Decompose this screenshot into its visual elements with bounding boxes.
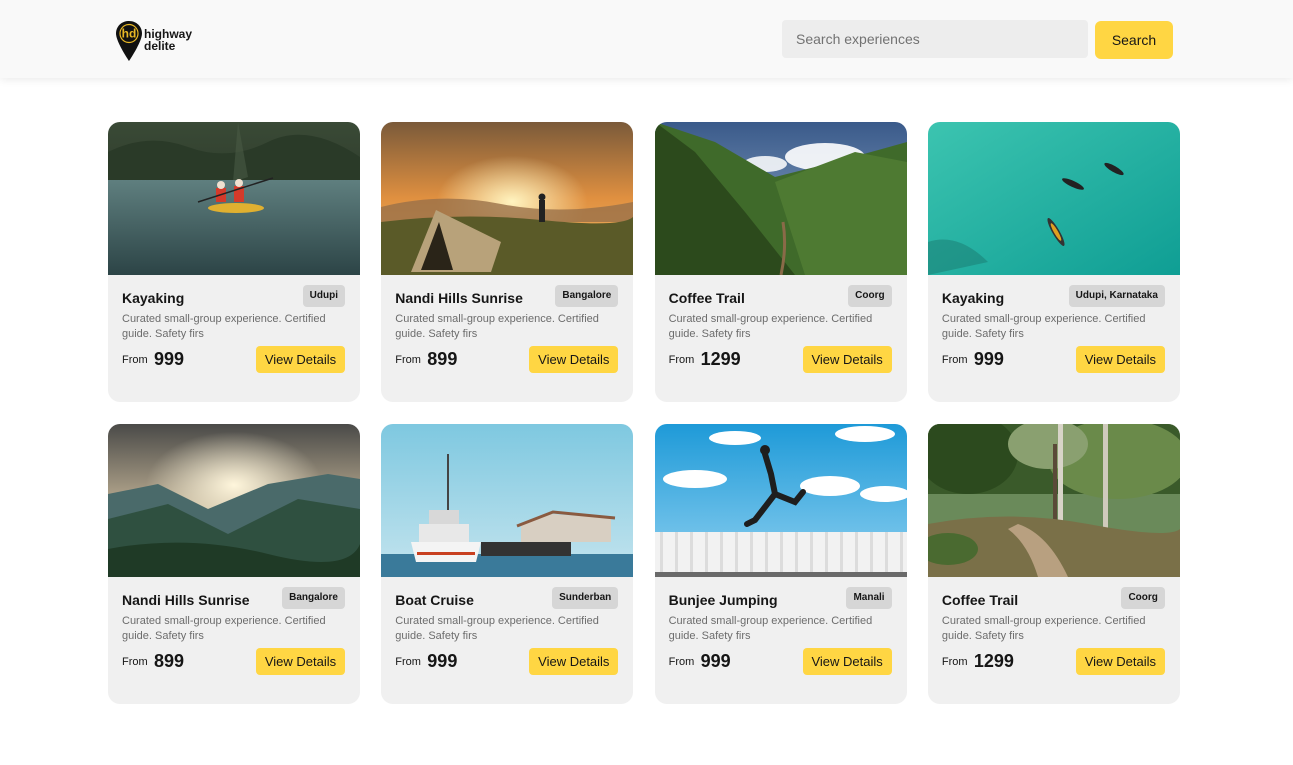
price: 899 [427,349,458,369]
experience-grid: Kayaking Udupi Curated small-group exper… [108,122,1180,704]
price: 1299 [973,651,1014,671]
experience-title: Kayaking [941,290,1005,306]
experience-image-kayaking-sea[interactable] [927,122,1180,275]
search-button[interactable]: Search [1095,21,1173,59]
card-body: Nandi Hills Sunrise Bangalore Curated sm… [108,577,360,704]
experience-title: Coffee Trail [941,592,1019,608]
from-label: From [941,656,968,668]
brand-name: highway delite [144,28,192,52]
experience-title: Nandi Hills Sunrise [395,290,523,306]
price: 899 [154,651,185,671]
from-label: From [668,656,695,668]
experience-title: Bunjee Jumping [668,592,778,608]
location-badge: Sunderban [552,587,619,609]
price: 999 [700,651,731,671]
experience-description: Curated small-group experience. Certifie… [122,615,326,642]
view-details-button[interactable]: View Details [256,648,345,675]
location-badge: Coorg [848,285,892,307]
experience-image-nandi-hills[interactable] [381,122,634,275]
experience-image-coffee-trail[interactable] [927,424,1180,577]
price: 1299 [700,349,741,369]
location-badge: Udupi [302,285,345,307]
experience-title: Boat Cruise [395,592,474,608]
experience-title: Kayaking [122,290,185,306]
card-body: Bunjee Jumping Manali Curated small-grou… [655,577,907,704]
top-header: hd highway delite Search [0,0,1293,78]
experience-image-coffee-trail[interactable] [654,122,907,275]
brand-logo[interactable]: hd highway delite [115,20,192,62]
experience-card[interactable]: Bunjee Jumping Manali Curated small-grou… [654,424,907,704]
svg-text:hd: hd [122,27,137,41]
from-label: From [395,354,421,366]
experience-image-kayaking[interactable] [108,122,360,275]
location-badge: Bangalore [282,587,345,609]
experience-card[interactable]: Coffee Trail Coorg Curated small-group e… [927,424,1180,704]
map-pin-logo-icon: hd [116,21,142,61]
experience-card[interactable]: Kayaking Udupi, Karnataka Curated small-… [927,122,1180,402]
experience-description: Curated small-group experience. Certifie… [668,313,873,340]
experience-description: Curated small-group experience. Certifie… [395,313,599,340]
experience-image-nandi-hills[interactable] [108,424,360,577]
experience-image-bunjee-jumping[interactable] [654,424,907,577]
from-label: From [668,354,695,366]
view-details-button[interactable]: View Details [1075,346,1165,373]
card-body: Boat Cruise Sunderban Curated small-grou… [381,577,633,704]
location-badge: Bangalore [555,285,619,307]
experience-description: Curated small-group experience. Certifie… [395,615,599,642]
experience-card[interactable]: Kayaking Udupi Curated small-group exper… [108,122,360,402]
experience-title: Coffee Trail [668,290,745,306]
experience-card[interactable]: Boat Cruise Sunderban Curated small-grou… [381,424,634,704]
experience-card[interactable]: Nandi Hills Sunrise Bangalore Curated sm… [381,122,634,402]
brand-name-line2: delite [144,39,176,53]
from-label: From [122,354,148,366]
experience-card[interactable]: Coffee Trail Coorg Curated small-group e… [654,122,907,402]
card-body: Kayaking Udupi Curated small-group exper… [108,275,360,402]
location-badge: Manali [846,587,892,609]
view-details-button[interactable]: View Details [529,648,619,675]
location-badge: Coorg [1121,587,1165,609]
from-label: From [395,656,421,668]
card-body: Coffee Trail Coorg Curated small-group e… [655,275,907,402]
experience-image-boat-cruise[interactable] [381,424,634,577]
experience-card[interactable]: Nandi Hills Sunrise Bangalore Curated sm… [108,424,360,704]
location-badge: Udupi, Karnataka [1068,285,1165,307]
experience-description: Curated small-group experience. Certifie… [941,615,1146,642]
card-body: Nandi Hills Sunrise Bangalore Curated sm… [381,275,633,402]
view-details-button[interactable]: View Details [256,346,345,373]
price: 999 [427,651,458,671]
experience-description: Curated small-group experience. Certifie… [941,313,1146,340]
view-details-button[interactable]: View Details [802,648,892,675]
from-label: From [122,656,148,668]
view-details-button[interactable]: View Details [529,346,619,373]
card-body: Kayaking Udupi, Karnataka Curated small-… [928,275,1180,402]
price: 999 [154,349,185,369]
price: 999 [973,349,1004,369]
experience-title: Nandi Hills Sunrise [122,592,250,608]
view-details-button[interactable]: View Details [1075,648,1165,675]
from-label: From [941,354,968,366]
view-details-button[interactable]: View Details [802,346,892,373]
experience-description: Curated small-group experience. Certifie… [668,615,873,642]
experience-description: Curated small-group experience. Certifie… [122,313,326,340]
card-body: Coffee Trail Coorg Curated small-group e… [928,577,1180,704]
search-input[interactable] [782,20,1088,58]
